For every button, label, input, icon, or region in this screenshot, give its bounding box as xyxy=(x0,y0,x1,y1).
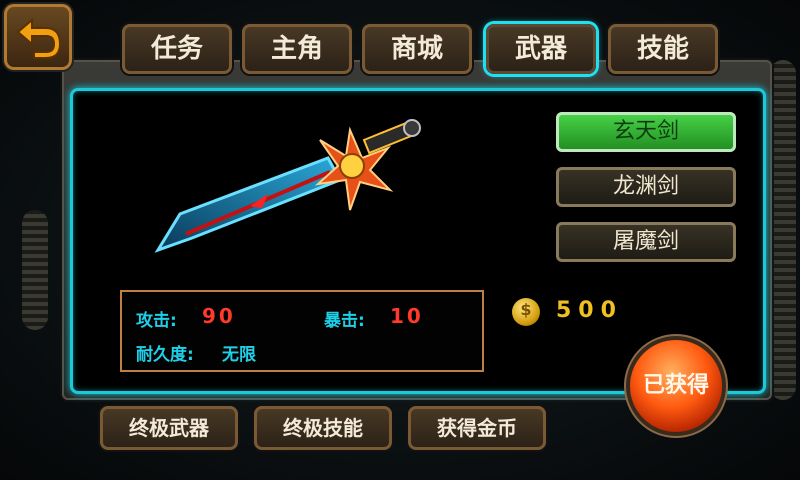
crit-value: 10 xyxy=(390,304,424,328)
obtained-button[interactable]: 已获得 xyxy=(630,340,722,432)
tab-weapons[interactable]: 武器 xyxy=(486,24,596,74)
coin-symbol: $ xyxy=(520,300,532,319)
right-pipe-decoration xyxy=(770,60,796,400)
back-button[interactable] xyxy=(4,4,72,70)
attack-label: 攻击: xyxy=(136,311,177,331)
weapon-option-xuantian[interactable]: 玄天剑 xyxy=(556,112,736,152)
attack-value: 90 xyxy=(202,304,236,328)
durability-label: 耐久度: xyxy=(136,345,194,365)
ultimate-weapon-button[interactable]: 终极武器 xyxy=(100,406,238,450)
price-value: 500 xyxy=(556,298,623,323)
sword-icon xyxy=(154,119,421,253)
ultimate-skill-button[interactable]: 终极技能 xyxy=(254,406,392,450)
left-pipe-decoration xyxy=(22,210,48,330)
tab-hero[interactable]: 主角 xyxy=(242,24,352,74)
gold-coin-icon: $ xyxy=(512,298,540,326)
back-arrow-icon xyxy=(16,17,62,59)
tab-tasks[interactable]: 任务 xyxy=(122,24,232,74)
tab-skills[interactable]: 技能 xyxy=(608,24,718,74)
weapon-option-longyuan[interactable]: 龙渊剑 xyxy=(556,167,736,207)
get-gold-button[interactable]: 获得金币 xyxy=(408,406,546,450)
tab-shop[interactable]: 商城 xyxy=(362,24,472,74)
weapon-stats-box: 攻击: 90 暴击: 10 耐久度: 无限 xyxy=(120,290,484,372)
crit-label: 暴击: xyxy=(324,311,365,331)
durability-value: 无限 xyxy=(222,345,256,365)
weapon-option-tumo[interactable]: 屠魔剑 xyxy=(556,222,736,262)
